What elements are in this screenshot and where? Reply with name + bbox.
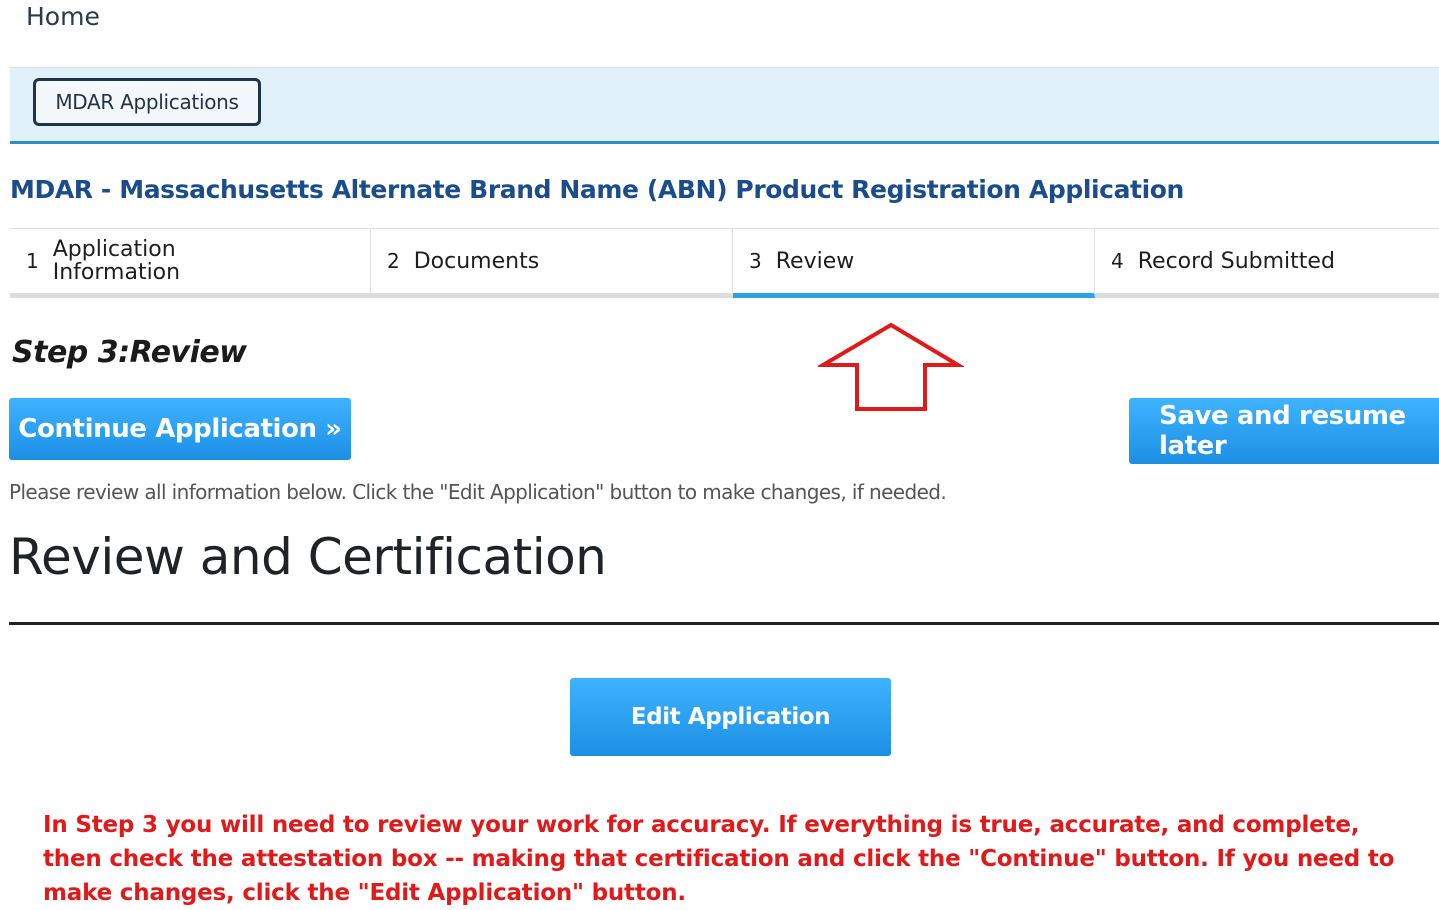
step-heading: Step 3:Review — [12, 335, 247, 370]
step-label: Record Submitted — [1137, 248, 1335, 274]
step-label: Documents — [413, 248, 540, 274]
annotation-note: In Step 3 you will need to review your w… — [43, 812, 1395, 906]
step-record-submitted: 4 Record Submitted — [1095, 229, 1439, 298]
step-label: Application Information — [52, 237, 181, 285]
up-arrow-outline-icon — [818, 322, 964, 411]
step-number: 4 — [1111, 249, 1124, 273]
step-indicator: 1 Application Information 2 Documents 3 … — [10, 228, 1439, 299]
instructions-text: Please review all information below. Cli… — [9, 480, 947, 504]
application-title: MDAR - Massachusetts Alternate Brand Nam… — [10, 175, 1184, 204]
module-tab-bar: MDAR Applications — [10, 67, 1439, 144]
section-divider — [9, 622, 1439, 625]
step-number: 3 — [749, 249, 762, 273]
step-label: Review — [775, 248, 855, 274]
home-link[interactable]: Home — [26, 2, 100, 31]
save-and-resume-later-button[interactable]: Save and resume later — [1129, 398, 1439, 464]
step-documents: 2 Documents — [371, 229, 733, 298]
step-number: 2 — [387, 249, 400, 273]
tab-mdar-applications[interactable]: MDAR Applications — [33, 78, 261, 126]
step-review: 3 Review — [733, 229, 1095, 298]
section-title: Review and Certification — [9, 528, 607, 586]
edit-application-button[interactable]: Edit Application — [570, 678, 891, 756]
step-number: 1 — [26, 249, 39, 273]
step-application-information: 1 Application Information — [10, 229, 371, 298]
continue-application-button[interactable]: Continue Application » — [9, 398, 351, 460]
